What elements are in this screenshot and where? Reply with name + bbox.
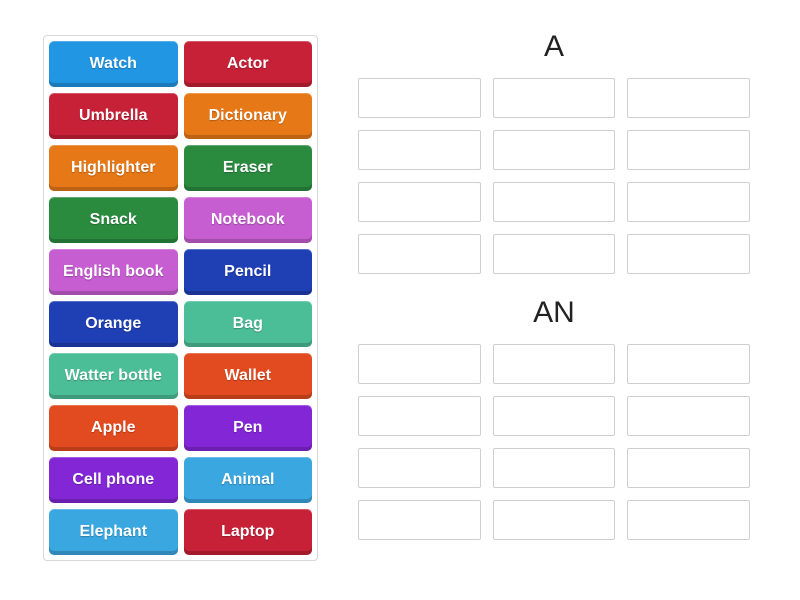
draggable-tile[interactable]: Dictionary — [184, 93, 313, 139]
draggable-tile[interactable]: Umbrella — [49, 93, 178, 139]
draggable-tile[interactable]: English book — [49, 249, 178, 295]
drop-slot[interactable] — [493, 182, 616, 222]
draggable-tile[interactable]: Watch — [49, 41, 178, 87]
activity-canvas: WatchActorUmbrellaDictionaryHighlighterE… — [0, 0, 800, 600]
draggable-tile[interactable]: Orange — [49, 301, 178, 347]
drop-slot[interactable] — [627, 182, 750, 222]
draggable-tile[interactable]: Wallet — [184, 353, 313, 399]
drop-slot[interactable] — [627, 396, 750, 436]
drop-slot[interactable] — [493, 344, 616, 384]
draggable-tile[interactable]: Highlighter — [49, 145, 178, 191]
draggable-tile[interactable]: Snack — [49, 197, 178, 243]
drop-slot[interactable] — [493, 500, 616, 540]
groups-area: A AN — [358, 30, 750, 562]
draggable-tile[interactable]: Pen — [184, 405, 313, 451]
group-title: AN — [358, 296, 750, 330]
drop-slot[interactable] — [493, 396, 616, 436]
draggable-tile[interactable]: Watter bottle — [49, 353, 178, 399]
drop-slot[interactable] — [358, 182, 481, 222]
drop-slot[interactable] — [358, 78, 481, 118]
drop-slot[interactable] — [627, 78, 750, 118]
draggable-tile[interactable]: Bag — [184, 301, 313, 347]
draggable-tile[interactable]: Animal — [184, 457, 313, 503]
drop-slot[interactable] — [358, 234, 481, 274]
draggable-tile[interactable]: Apple — [49, 405, 178, 451]
draggable-tile[interactable]: Laptop — [184, 509, 313, 555]
group-title: A — [358, 30, 750, 64]
drop-slot[interactable] — [627, 234, 750, 274]
drop-slot[interactable] — [627, 500, 750, 540]
draggable-tile[interactable]: Notebook — [184, 197, 313, 243]
drop-slot[interactable] — [493, 234, 616, 274]
source-panel: WatchActorUmbrellaDictionaryHighlighterE… — [43, 35, 318, 561]
slot-grid — [358, 344, 750, 540]
draggable-tile[interactable]: Cell phone — [49, 457, 178, 503]
drop-slot[interactable] — [627, 130, 750, 170]
drop-slot[interactable] — [358, 130, 481, 170]
drop-group: A — [358, 30, 750, 274]
draggable-tile[interactable]: Pencil — [184, 249, 313, 295]
drop-slot[interactable] — [358, 396, 481, 436]
drop-group: AN — [358, 296, 750, 540]
drop-slot[interactable] — [627, 344, 750, 384]
draggable-tile[interactable]: Elephant — [49, 509, 178, 555]
drop-slot[interactable] — [358, 448, 481, 488]
draggable-tile[interactable]: Actor — [184, 41, 313, 87]
drop-slot[interactable] — [493, 130, 616, 170]
drop-slot[interactable] — [627, 448, 750, 488]
drop-slot[interactable] — [358, 500, 481, 540]
draggable-tile[interactable]: Eraser — [184, 145, 313, 191]
drop-slot[interactable] — [358, 344, 481, 384]
drop-slot[interactable] — [493, 78, 616, 118]
slot-grid — [358, 78, 750, 274]
drop-slot[interactable] — [493, 448, 616, 488]
